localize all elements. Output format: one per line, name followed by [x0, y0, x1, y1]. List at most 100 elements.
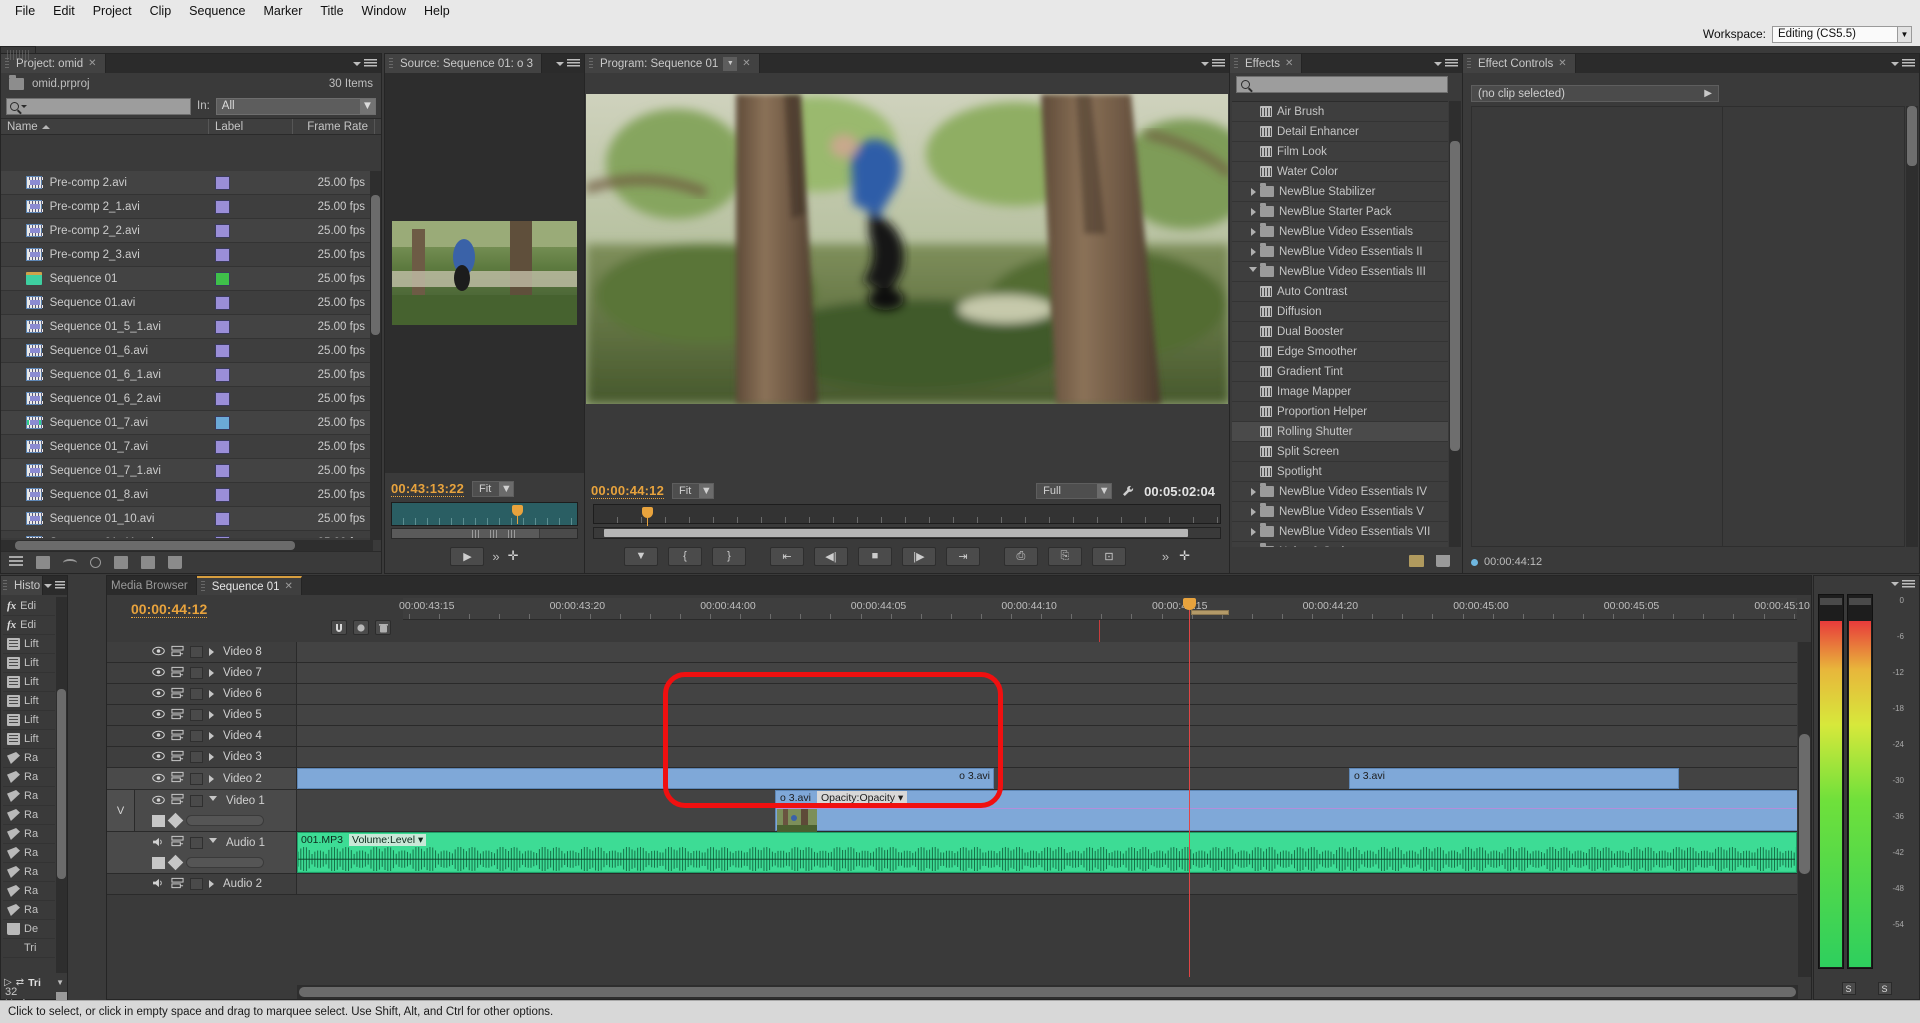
source-track-indicator[interactable]: V	[107, 790, 135, 831]
disclosure-triangle-icon[interactable]	[1246, 187, 1260, 196]
project-item-row[interactable]: Sequence 01_10.avi 25.00 fps	[1, 507, 373, 531]
project-item-label-cell[interactable]	[215, 391, 295, 406]
sync-lock-icon[interactable]	[171, 687, 184, 702]
effect-controls-scrollbar[interactable]	[1906, 106, 1918, 547]
tab-effect-controls[interactable]: Effect Controls ✕	[1463, 54, 1576, 73]
timeline-track-audio-2[interactable]: Audio 2	[107, 874, 1797, 895]
program-current-timecode[interactable]: 00:00:44:12	[591, 483, 665, 499]
history-item[interactable]: Lift	[3, 654, 55, 673]
find-icon[interactable]	[90, 557, 101, 568]
disclosure-triangle-icon[interactable]	[1246, 207, 1260, 216]
timeline-track-audio-1[interactable]: Audio 1 001.MP3 Volume:Level ▾	[107, 832, 1797, 874]
project-item-row[interactable]: Sequence 01_6.avi 25.00 fps	[1, 339, 373, 363]
project-item-row[interactable]: Sequence 01_5_1.avi 25.00 fps	[1, 315, 373, 339]
tab-history[interactable]: Histo	[1, 576, 44, 595]
timeline-tab-sequence-01[interactable]: Sequence 01 ✕	[196, 576, 302, 595]
project-vertical-scrollbar[interactable]	[370, 171, 381, 540]
history-item[interactable]: Lift	[3, 692, 55, 711]
solo-button[interactable]: S	[1877, 982, 1892, 995]
eye-icon[interactable]	[152, 750, 165, 764]
track-header[interactable]: Video 8	[107, 642, 297, 662]
track-header[interactable]: V Video 1	[107, 790, 297, 831]
effect-controls-panel-menu[interactable]	[1891, 54, 1919, 73]
close-icon[interactable]: ✕	[88, 58, 96, 69]
project-item-label-cell[interactable]	[215, 415, 295, 430]
timeline-track-video-6[interactable]: Video 6	[107, 684, 1797, 705]
track-disclosure-icon[interactable]	[209, 690, 214, 698]
project-item-row[interactable]: Sequence 01.avi 25.00 fps	[1, 291, 373, 315]
timeline-track-video-3[interactable]: Video 3	[107, 747, 1797, 768]
project-item-row[interactable]: Sequence 01_6_2.avi 25.00 fps	[1, 387, 373, 411]
history-scrollbar[interactable]	[56, 597, 67, 973]
history-item[interactable]: Ra	[3, 844, 55, 863]
sync-lock-icon[interactable]	[171, 729, 184, 744]
effects-effect-row[interactable]: Edge Smoother	[1232, 342, 1448, 362]
disclosure-triangle-icon[interactable]	[1246, 247, 1260, 256]
project-item-label-cell[interactable]	[215, 319, 295, 334]
play-stop-button[interactable]: ■	[857, 546, 892, 566]
clip-effect-dropdown[interactable]: Opacity:Opacity ▾	[816, 791, 908, 805]
timeline-track-video-1[interactable]: V Video 1 o 3.avi Opacity:Opacity ▾	[107, 790, 1797, 837]
menu-item-clip[interactable]: Clip	[141, 2, 181, 20]
effects-effect-row[interactable]: Air Brush	[1232, 102, 1448, 122]
menu-item-sequence[interactable]: Sequence	[180, 2, 254, 20]
project-item-row[interactable]: Pre-comp 2.avi 25.00 fps	[1, 171, 373, 195]
track-header[interactable]: Video 2	[107, 768, 297, 789]
history-item[interactable]: Ra	[3, 749, 55, 768]
play-button[interactable]: ▶	[450, 546, 485, 566]
history-item[interactable]: Ra	[3, 787, 55, 806]
chevron-down-icon[interactable]	[1891, 582, 1899, 586]
tab-effects[interactable]: Effects ✕	[1230, 54, 1303, 73]
timeline-track-video-5[interactable]: Video 5	[107, 705, 1797, 726]
eye-icon[interactable]	[152, 645, 165, 659]
track-content-area[interactable]	[297, 726, 1797, 746]
new-custom-bin-icon[interactable]	[1409, 555, 1424, 567]
timeline-track-video-2[interactable]: Video 2o 3.avio 3.avio 3.avi	[107, 768, 1797, 790]
delete-marker-button[interactable]	[375, 620, 391, 635]
history-item[interactable]: Lift	[3, 711, 55, 730]
project-item-label-cell[interactable]	[215, 175, 295, 190]
effect-controls-clip-selector[interactable]: (no clip selected) ▶	[1471, 85, 1719, 102]
history-item[interactable]: Tri	[3, 939, 55, 958]
thumbnail-display-icon[interactable]	[152, 814, 165, 827]
project-item-label-cell[interactable]	[215, 511, 295, 526]
track-disclosure-icon[interactable]	[209, 774, 214, 783]
menu-item-edit[interactable]: Edit	[44, 2, 84, 20]
track-header[interactable]: Video 5	[107, 705, 297, 725]
track-content-area[interactable]	[297, 874, 1797, 894]
export-frame-button[interactable]: ⊡	[1091, 546, 1126, 566]
icon-view-icon[interactable]	[36, 556, 50, 569]
add-marker-button[interactable]: ▼	[623, 546, 658, 566]
zoom-slider-icon[interactable]	[63, 558, 77, 567]
project-horizontal-scrollbar[interactable]	[1, 540, 373, 551]
timeline-track-video-4[interactable]: Video 4	[107, 726, 1797, 747]
track-lock-toggle[interactable]	[190, 646, 203, 658]
timeline-horizontal-scrollbar[interactable]	[297, 985, 1798, 999]
track-disclosure-icon[interactable]	[209, 796, 217, 805]
workspace-selector[interactable]: Editing (CS5.5) ▼	[1772, 25, 1912, 43]
list-view-icon[interactable]	[9, 556, 23, 569]
audio-effect-dropdown[interactable]: Volume:Level ▾	[349, 834, 427, 846]
timeline-track-video-8[interactable]: Video 8	[107, 642, 1797, 663]
timeline-track-video-7[interactable]: Video 7	[107, 663, 1797, 684]
source-zoom-select[interactable]: Fit ▼	[472, 481, 515, 497]
project-item-label-cell[interactable]	[215, 199, 295, 214]
project-item-label-cell[interactable]	[215, 271, 295, 286]
effects-folder-row[interactable]: Noise & Grain	[1232, 542, 1448, 547]
eye-icon[interactable]	[152, 772, 165, 786]
effects-effect-row[interactable]: Auto Contrast	[1232, 282, 1448, 302]
track-lock-toggle[interactable]	[190, 836, 203, 849]
source-monitor-view[interactable]	[385, 73, 584, 473]
program-quality-select[interactable]: Full ▼	[1036, 483, 1113, 499]
menu-item-marker[interactable]: Marker	[254, 2, 311, 20]
track-header[interactable]: Video 6	[107, 684, 297, 704]
column-header-name[interactable]: Name	[1, 119, 209, 134]
timeline-clip[interactable]: o 3.avi Opacity:Opacity ▾	[775, 790, 1797, 837]
menu-item-project[interactable]: Project	[84, 2, 141, 20]
track-content-area[interactable]	[297, 684, 1797, 704]
effects-tree-list[interactable]: Air Brush Detail Enhancer Film Look Water C…	[1232, 101, 1448, 547]
eye-icon[interactable]	[152, 794, 165, 808]
history-item[interactable]: Ra	[3, 825, 55, 844]
chevron-down-icon[interactable]: ▼	[56, 978, 67, 987]
track-content-area[interactable]	[297, 747, 1797, 767]
